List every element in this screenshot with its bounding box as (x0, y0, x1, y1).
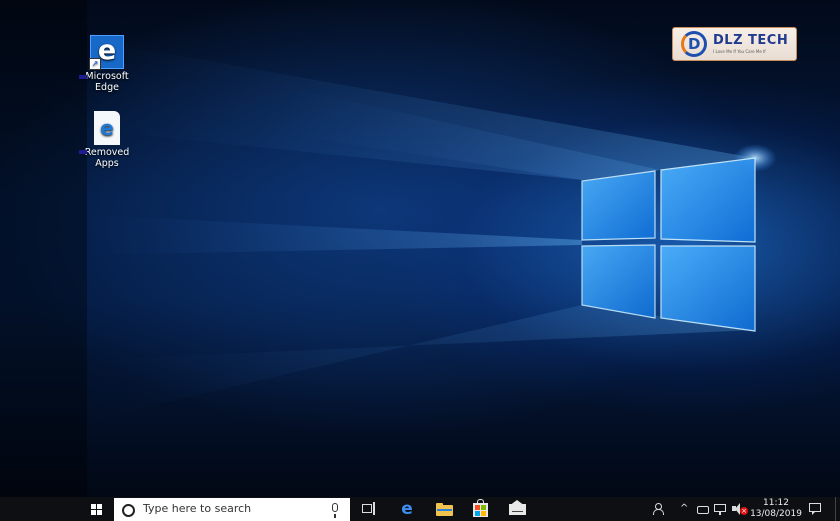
selection-marker (79, 150, 87, 154)
store-square (481, 505, 486, 510)
people-icon-body (653, 509, 664, 515)
battery-icon (697, 506, 709, 514)
task-view-icon-bar (373, 502, 375, 515)
people-button[interactable] (652, 497, 666, 521)
network-icon (714, 504, 726, 512)
edge-icon: e (401, 499, 413, 519)
edge-icon: e ↗ (89, 35, 124, 70)
logo-pane-top-left (581, 170, 656, 241)
notification-icon-tail (812, 512, 815, 515)
store-square (475, 505, 480, 510)
mail-fold (512, 505, 523, 512)
windows-start-icon-part (91, 510, 96, 515)
watermark-brand: DLZ TECH (713, 33, 789, 48)
show-desktop-button[interactable] (835, 497, 840, 521)
desktop-icon-removed-apps[interactable]: e Removed Apps (73, 111, 141, 169)
taskbar-edge-button[interactable]: e (398, 497, 416, 521)
task-view-icon (362, 504, 372, 513)
windows-start-icon-part (97, 504, 102, 509)
watermark-tagline: I Love Me If You Care Me If (713, 49, 766, 54)
network-button[interactable] (714, 503, 728, 515)
logo-pane-bottom-right (660, 245, 756, 332)
dlz-tech-watermark: D DLZ TECH I Love Me If You Care Me If (672, 27, 797, 61)
store-square (481, 511, 486, 516)
show-hidden-icons-button[interactable]: ^ (680, 497, 692, 521)
clock-date: 13/08/2019 (750, 509, 802, 519)
taskbar-search-box[interactable]: Type here to search (114, 498, 350, 521)
chevron-up-icon: ^ (680, 503, 689, 514)
desktop-background: e ↗ Microsoft Edge e Removed Apps D DLZ … (0, 0, 840, 497)
logo-pane-bottom-left (581, 244, 656, 319)
volume-button[interactable]: × (732, 503, 748, 515)
network-icon-stand (719, 512, 721, 515)
clock-time: 11:12 (763, 498, 789, 508)
shortcut-arrow-icon: ↗ (89, 58, 101, 70)
clock[interactable]: 11:12 13/08/2019 (748, 498, 804, 520)
task-view-button[interactable] (362, 497, 376, 521)
taskbar-file-explorer-button[interactable] (436, 497, 454, 521)
microphone-icon[interactable] (332, 503, 338, 518)
store-square (475, 511, 480, 516)
folder-stripe (437, 509, 452, 511)
action-center-button[interactable] (809, 503, 821, 515)
desktop-icon-microsoft-edge[interactable]: e ↗ Microsoft Edge (73, 35, 141, 93)
muted-badge: × (740, 507, 748, 515)
notification-icon (809, 503, 821, 512)
windows-start-icon (91, 504, 96, 509)
windows-start-icon-part (97, 510, 102, 515)
icon-label-line2: Edge (95, 82, 119, 93)
taskbar-store-button[interactable] (472, 497, 490, 521)
icon-label-line2: Apps (95, 158, 119, 169)
document-edge-icon: e (94, 111, 120, 145)
taskbar-mail-button[interactable] (508, 497, 528, 521)
cortana-icon (122, 504, 135, 517)
logo-pane-top-right (660, 157, 756, 243)
search-placeholder: Type here to search (143, 502, 252, 515)
battery-button[interactable] (697, 503, 709, 514)
dlz-logo-icon: D (681, 31, 707, 57)
selection-marker (79, 75, 87, 79)
start-button[interactable] (0, 497, 102, 521)
